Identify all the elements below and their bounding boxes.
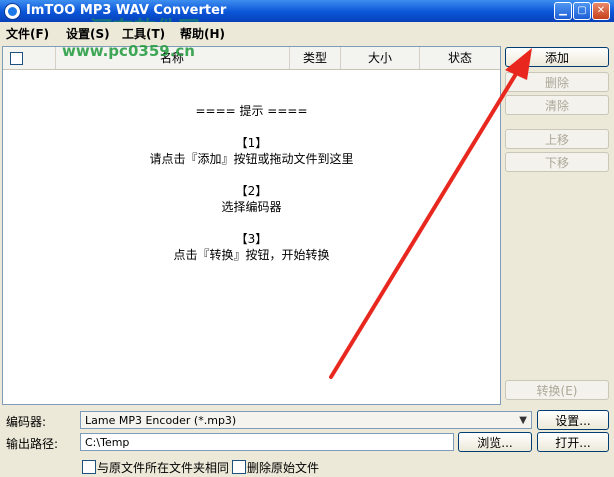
hint-line: 选择编码器 <box>221 200 282 214</box>
column-status[interactable]: 状态 <box>420 47 500 69</box>
delete-button[interactable]: 删除 <box>505 72 609 92</box>
menu-tools[interactable]: 工具(T) <box>122 25 165 42</box>
clear-button[interactable]: 清除 <box>505 95 609 115</box>
move-down-button[interactable]: 下移 <box>505 152 609 172</box>
delete-original-label: 删除原始文件 <box>247 461 320 475</box>
menu-help[interactable]: 帮助(H) <box>180 25 225 42</box>
output-path-input[interactable]: C:\Temp <box>80 433 454 451</box>
hint-line: 【1】 <box>235 136 268 150</box>
add-button[interactable]: 添加 <box>505 47 609 67</box>
maximize-button[interactable]: ▢ <box>573 2 591 20</box>
hint-line: 点击『转换』按钮，开始转换 <box>173 248 330 262</box>
delete-original-checkbox[interactable] <box>232 460 246 474</box>
app-icon <box>4 3 21 20</box>
hint-line <box>3 119 500 135</box>
encoder-value: Lame MP3 Encoder (*.mp3) <box>85 414 237 427</box>
hint-line <box>3 215 500 231</box>
output-path-label: 输出路径: <box>6 437 59 451</box>
menu-settings[interactable]: 设置(S) <box>66 25 110 42</box>
hint-line: 请点击『添加』按钮或拖动文件到这里 <box>149 152 354 166</box>
hint-text: ==== 提示 ==== 【1】 请点击『添加』按钮或拖动文件到这里 【2】 选… <box>3 103 500 263</box>
hint-line: 【2】 <box>235 184 268 198</box>
encoder-label: 编码器: <box>6 415 47 429</box>
close-button[interactable]: ✕ <box>592 2 610 20</box>
convert-button[interactable]: 转换(E) <box>505 380 609 400</box>
select-all-column <box>3 47 56 69</box>
column-size[interactable]: 大小 <box>341 47 420 69</box>
hint-line: ==== 提示 ==== <box>195 104 308 118</box>
same-folder-label: 与原文件所在文件夹相同 <box>97 461 230 475</box>
select-all-checkbox[interactable] <box>10 52 23 65</box>
menu-bar: 文件(F) 设置(S) 工具(T) 帮助(H) <box>0 22 614 42</box>
browse-button[interactable]: 浏览... <box>458 432 532 452</box>
file-list[interactable]: 名称 类型 大小 状态 ==== 提示 ==== 【1】 请点击『添加』按钮或拖… <box>2 46 501 405</box>
menu-file[interactable]: 文件(F) <box>6 25 49 42</box>
minimize-button[interactable]: ▁ <box>554 2 572 20</box>
move-up-button[interactable]: 上移 <box>505 129 609 149</box>
open-button[interactable]: 打开... <box>537 432 609 452</box>
encoder-select[interactable]: Lame MP3 Encoder (*.mp3) ▼ <box>80 411 532 429</box>
hint-line <box>3 167 500 183</box>
watermark-url: www.pc0359.cn <box>62 42 195 60</box>
hint-line: 【3】 <box>235 232 268 246</box>
encoder-settings-button[interactable]: 设置... <box>537 410 609 430</box>
chevron-down-icon[interactable]: ▼ <box>519 412 527 430</box>
same-folder-checkbox[interactable] <box>82 460 96 474</box>
column-type[interactable]: 类型 <box>290 47 341 69</box>
